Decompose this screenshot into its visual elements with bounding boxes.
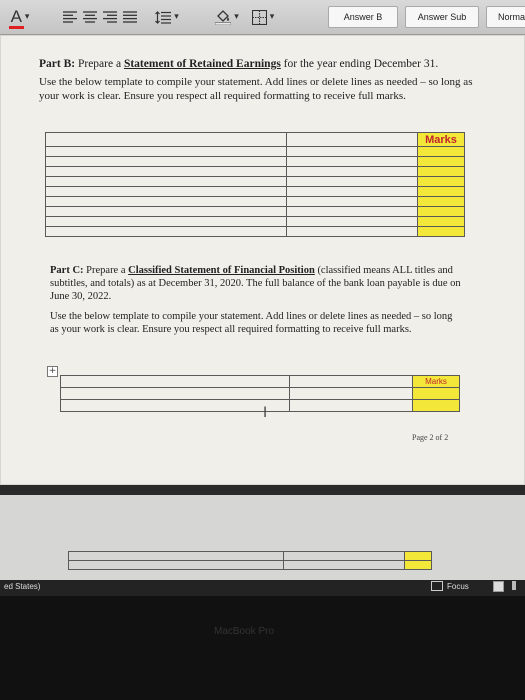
align-right-icon xyxy=(103,11,117,23)
align-left-button[interactable] xyxy=(62,7,78,27)
borders-icon xyxy=(251,9,267,25)
language-status[interactable]: ed States) xyxy=(4,582,40,591)
chevron-down-icon: ▾ xyxy=(234,12,239,22)
part-b-statement-title: Statement of Retained Earnings xyxy=(123,58,281,70)
part-c-instructions: Use the below template to compile your s… xyxy=(50,311,453,335)
style-answer-sub[interactable]: Answer Sub xyxy=(405,6,479,28)
align-right-button[interactable] xyxy=(102,7,118,27)
align-center-icon xyxy=(83,11,97,23)
part-b-table[interactable]: Marks xyxy=(45,132,465,237)
chevron-down-icon: ▾ xyxy=(24,12,30,22)
part-c-statement-title: Classified Statement of Financial Positi… xyxy=(128,265,315,276)
font-color-icon: A xyxy=(8,7,25,29)
line-spacing-button[interactable]: ▾ xyxy=(152,7,182,27)
print-layout-view-icon[interactable] xyxy=(493,581,504,592)
style-normal[interactable]: Norma xyxy=(486,6,525,28)
i-beam-cursor-icon: I xyxy=(263,405,268,421)
ribbon-toolbar: A ▾ ▾ ▾ ▾ Answer B Answer Sub Norma xyxy=(0,0,525,35)
status-bar: ed States) Focus xyxy=(0,580,525,596)
line-spacing-icon xyxy=(155,10,172,24)
marks-header: Marks xyxy=(417,132,465,147)
chevron-down-icon: ▾ xyxy=(269,12,275,22)
page-2-table[interactable] xyxy=(68,551,432,570)
part-b-instructions: Use the below template to compile your s… xyxy=(39,76,473,102)
page-number: Page 2 of 2 xyxy=(412,433,449,442)
marks-header: Marks xyxy=(412,375,460,388)
style-answer-b[interactable]: Answer B xyxy=(328,6,398,28)
chevron-down-icon: ▾ xyxy=(174,12,179,22)
font-color-button[interactable]: A ▾ xyxy=(6,7,34,29)
part-c-table[interactable]: Marks xyxy=(60,375,460,412)
document-page-2[interactable] xyxy=(0,495,525,580)
justify-icon xyxy=(123,11,137,23)
align-center-button[interactable] xyxy=(82,7,98,27)
laptop-brand-label: MacBook Pro xyxy=(214,626,275,637)
laptop-bezel: MacBook Pro xyxy=(0,596,525,700)
borders-button[interactable]: ▾ xyxy=(248,7,278,27)
justify-button[interactable] xyxy=(122,7,138,27)
part-c-heading: Part C: Prepare a Classified Statement o… xyxy=(50,265,461,302)
document-page[interactable]: Part B: Prepare a Statement of Retained … xyxy=(0,35,525,485)
shading-button[interactable]: ▾ xyxy=(212,7,242,27)
align-left-icon xyxy=(63,11,77,23)
web-layout-view-icon[interactable] xyxy=(512,581,516,590)
table-move-handle-icon[interactable]: + xyxy=(47,366,58,377)
page-gap xyxy=(0,485,525,495)
focus-button[interactable]: Focus xyxy=(431,579,469,593)
paint-bucket-icon xyxy=(215,9,232,25)
focus-icon xyxy=(431,581,443,591)
part-b-heading: Part B: Prepare a Statement of Retained … xyxy=(39,58,439,70)
